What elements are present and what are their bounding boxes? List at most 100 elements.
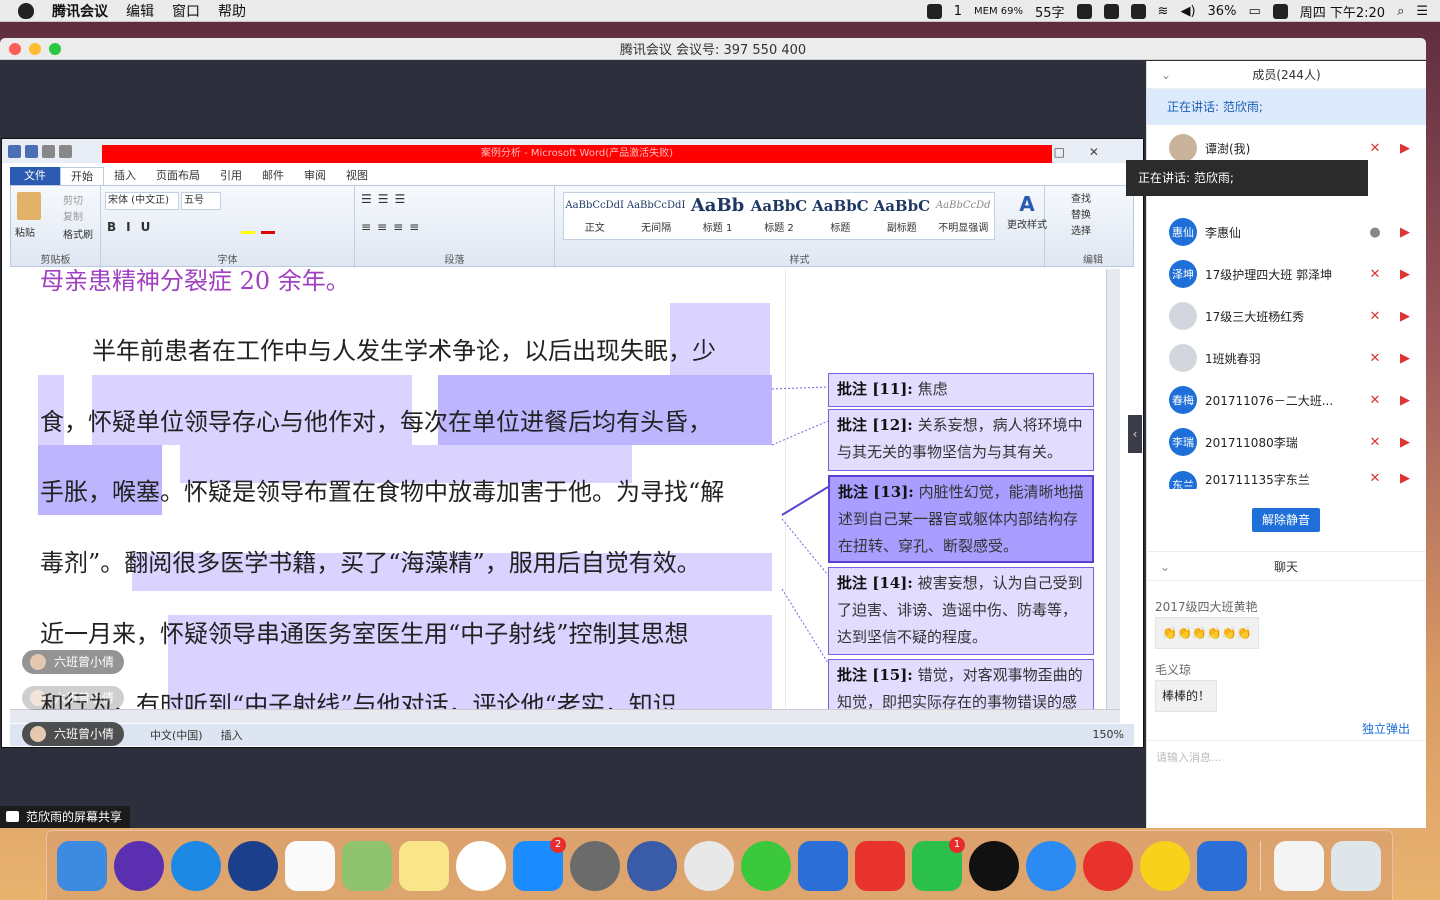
chrome-icon[interactable] <box>684 840 734 891</box>
style-no-spacing[interactable]: AaBbCcDdI 无间隔 <box>625 193 686 239</box>
tab-mailings[interactable]: 邮件 <box>252 167 294 185</box>
app-status-icon-2[interactable] <box>1103 3 1119 19</box>
mic-off-icon[interactable]: ✕ <box>1367 393 1383 408</box>
font-color-icon[interactable] <box>261 220 275 234</box>
member-row[interactable]: 17级三大班杨红秀 ✕ ▶ <box>1147 295 1427 337</box>
close-window-button[interactable] <box>9 43 21 55</box>
wechat-status-icon[interactable] <box>926 3 942 19</box>
battery-icon[interactable]: ▭ <box>1248 4 1260 19</box>
highlight-color-icon[interactable] <box>241 220 255 234</box>
maps-icon[interactable] <box>342 840 392 891</box>
camera-off-icon[interactable]: ▶ <box>1397 393 1413 408</box>
mic-off-icon[interactable]: ✕ <box>1367 471 1383 486</box>
netease-app-icon[interactable] <box>855 840 905 891</box>
quicktime-icon[interactable] <box>228 840 278 891</box>
comment-12[interactable]: 批注 [12]: 关系妄想，病人将环境中与其无关的事物坚信为与其有关。 <box>828 409 1094 471</box>
mic-off-icon[interactable]: ✕ <box>1367 267 1383 282</box>
spotlight-icon[interactable]: ⌕ <box>1397 4 1404 19</box>
document-icon[interactable] <box>1274 840 1324 891</box>
chevron-down-icon[interactable]: ⌄ <box>1160 552 1170 582</box>
video-player-icon[interactable] <box>1026 840 1076 891</box>
menu-app[interactable]: 腾讯会议 <box>52 1 108 21</box>
camera-off-icon[interactable]: ▶ <box>1397 267 1413 282</box>
apple-icon[interactable] <box>18 2 34 19</box>
tab-insert[interactable]: 插入 <box>104 167 146 185</box>
tab-review[interactable]: 审阅 <box>294 167 336 185</box>
style-normal[interactable]: AaBbCcDdI 正文 <box>564 193 625 239</box>
undo-icon[interactable] <box>42 145 55 158</box>
mic-off-icon[interactable]: ✕ <box>1367 309 1383 324</box>
app-store-icon[interactable]: 2 <box>513 836 566 891</box>
system-preferences-icon[interactable] <box>570 840 620 891</box>
mic-icon[interactable]: ● <box>1367 225 1383 240</box>
tab-home[interactable]: 开始 <box>60 167 104 185</box>
browser-app-icon[interactable] <box>798 840 848 891</box>
change-styles-button[interactable]: A 更改样式 <box>1003 192 1051 231</box>
tab-layout[interactable]: 页面布局 <box>146 167 210 185</box>
meeting-app-icon[interactable] <box>1197 840 1247 891</box>
mic-off-icon[interactable]: ✕ <box>1367 351 1383 366</box>
save-icon[interactable] <box>25 145 38 158</box>
list-buttons[interactable]: ☰☰☰ <box>361 192 411 206</box>
comment-14[interactable]: 批注 [14]: 被害妄想，认为自己受到了迫害、诽谤、造谣中伤、防毒等，达到坚信… <box>828 567 1094 655</box>
word-window-controls[interactable]: □✕ <box>1054 145 1123 159</box>
camera-off-icon[interactable]: ▶ <box>1397 225 1413 240</box>
copy-button[interactable]: 复制 <box>63 208 83 223</box>
camera-off-icon[interactable]: ▶ <box>1397 471 1413 486</box>
cut-button[interactable]: 剪切 <box>63 192 83 207</box>
style-title[interactable]: AaBbC 标题 <box>810 193 871 239</box>
member-row[interactable]: 东兰 201711135字东兰 ✕ ▶ <box>1147 463 1427 489</box>
paste-button[interactable]: 粘贴 <box>15 224 35 239</box>
tab-file[interactable]: 文件 <box>10 167 60 185</box>
wifi-icon[interactable]: ≋ <box>1158 4 1169 19</box>
language-status[interactable]: 中文(中国) <box>150 727 203 743</box>
app-status-icon[interactable] <box>1076 3 1092 19</box>
select-button[interactable]: 选择 <box>1071 222 1091 237</box>
clock[interactable]: 周四 下午2:20 <box>1300 2 1385 21</box>
member-row[interactable]: 春梅 201711076－二大班... ✕ ▶ <box>1147 379 1427 421</box>
format-painter-button[interactable]: 格式刷 <box>63 226 93 241</box>
comment-13[interactable]: 批注 [13]: 内脏性幻觉，能清晰地描述到自己某一器官或躯体内部结构存在扭转、… <box>828 475 1094 563</box>
tencent-meeting-icon[interactable] <box>627 840 677 891</box>
chat-input[interactable]: 请输入消息... <box>1146 740 1426 828</box>
paste-icon[interactable] <box>17 192 41 220</box>
notes-icon[interactable] <box>399 840 449 891</box>
media-player-icon[interactable] <box>1083 840 1133 891</box>
align-buttons[interactable]: ≡≡≡≡ <box>361 220 425 234</box>
member-row[interactable]: 1班姚春羽 ✕ ▶ <box>1147 337 1427 379</box>
tab-references[interactable]: 引用 <box>210 167 252 185</box>
calendar-icon[interactable] <box>285 840 335 891</box>
plus-app-icon[interactable] <box>741 840 791 891</box>
camera-off-icon[interactable]: ▶ <box>1397 351 1413 366</box>
notification-center-icon[interactable]: ☰ <box>1416 4 1428 19</box>
popout-chat-link[interactable]: 独立弹出 <box>1362 720 1410 737</box>
camera-off-icon[interactable]: ▶ <box>1397 141 1413 156</box>
redo-icon[interactable] <box>59 145 72 158</box>
sync-icon[interactable] <box>1272 3 1288 19</box>
member-row[interactable]: 惠仙 李惠仙 ● ▶ <box>1147 211 1427 253</box>
minimize-window-button[interactable] <box>29 43 41 55</box>
siri-icon[interactable] <box>114 840 164 891</box>
member-row[interactable]: 泽坤 17级护理四大班 郭泽坤 ✕ ▶ <box>1147 253 1427 295</box>
mic-off-icon[interactable]: ✕ <box>1367 141 1383 156</box>
wechat-icon[interactable]: 1 <box>912 836 965 891</box>
menu-help[interactable]: 帮助 <box>218 1 246 21</box>
safari-icon[interactable] <box>171 840 221 891</box>
vertical-scrollbar[interactable] <box>1106 269 1120 709</box>
font-format-buttons[interactable]: BIU <box>107 220 160 234</box>
zoom-window-button[interactable] <box>49 43 61 55</box>
style-subtitle[interactable]: AaBbC 副标题 <box>871 193 932 239</box>
photos-icon[interactable] <box>456 840 506 891</box>
collapse-panel-button[interactable]: ‹ <box>1128 415 1142 453</box>
music-icon[interactable] <box>1140 840 1190 891</box>
qq-icon[interactable] <box>969 840 1019 891</box>
mic-off-icon[interactable]: ✕ <box>1367 435 1383 450</box>
comment-11[interactable]: 批注 [11]: 焦虑 <box>828 373 1094 407</box>
style-subtle-emphasis[interactable]: AaBbCcDd 不明显强调 <box>933 193 994 239</box>
volume-icon[interactable]: ◀) <box>1180 4 1195 19</box>
zoom-level[interactable]: 150% <box>1093 728 1124 741</box>
font-size-select[interactable]: 五号 <box>181 192 221 210</box>
find-button[interactable]: 查找 <box>1071 190 1091 205</box>
camera-off-icon[interactable]: ▶ <box>1397 435 1413 450</box>
style-heading1[interactable]: AaBb 标题 1 <box>687 193 748 239</box>
